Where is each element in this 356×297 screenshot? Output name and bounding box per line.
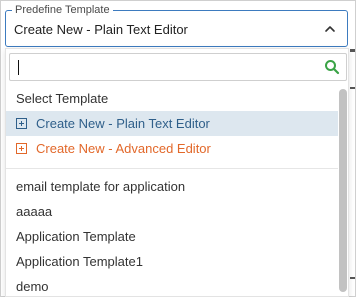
create-advanced-option[interactable]: Create New - Advanced Editor [6, 136, 338, 161]
template-option[interactable]: aaaaa [6, 199, 338, 224]
template-list: Select Template Create New - Plain Text … [6, 86, 338, 296]
template-option[interactable]: email template for application [6, 174, 338, 199]
text-caret [18, 60, 19, 75]
list-header: Select Template [16, 91, 109, 106]
option-label: Create New - Advanced Editor [36, 141, 211, 156]
chevron-up-icon[interactable] [323, 22, 337, 36]
plus-square-icon [16, 143, 27, 154]
template-option[interactable]: Application Template1 [6, 249, 338, 274]
search-box [9, 53, 347, 81]
select-legend: Predefine Template [12, 3, 113, 17]
edge-mark [350, 87, 355, 89]
list-divider [6, 168, 338, 169]
edge-mark [350, 49, 355, 52]
template-picker: Predefine Template Create New - Plain Te… [0, 0, 356, 297]
plus-square-icon [16, 118, 27, 129]
predefine-template-select[interactable]: Predefine Template Create New - Plain Te… [5, 3, 348, 47]
search-input[interactable] [12, 56, 312, 78]
create-plain-text-option[interactable]: Create New - Plain Text Editor [6, 111, 338, 136]
template-option[interactable]: Application Template [6, 224, 338, 249]
edge-mark [350, 277, 355, 279]
scrollbar-thumb[interactable] [339, 89, 347, 292]
option-label: Create New - Plain Text Editor [36, 116, 210, 131]
template-option[interactable]: demo [6, 274, 338, 296]
template-dropdown: Select Template Create New - Plain Text … [5, 48, 349, 297]
search-icon[interactable] [324, 59, 340, 75]
scrollbar[interactable] [339, 85, 347, 296]
select-value: Create New - Plain Text Editor [14, 22, 188, 37]
